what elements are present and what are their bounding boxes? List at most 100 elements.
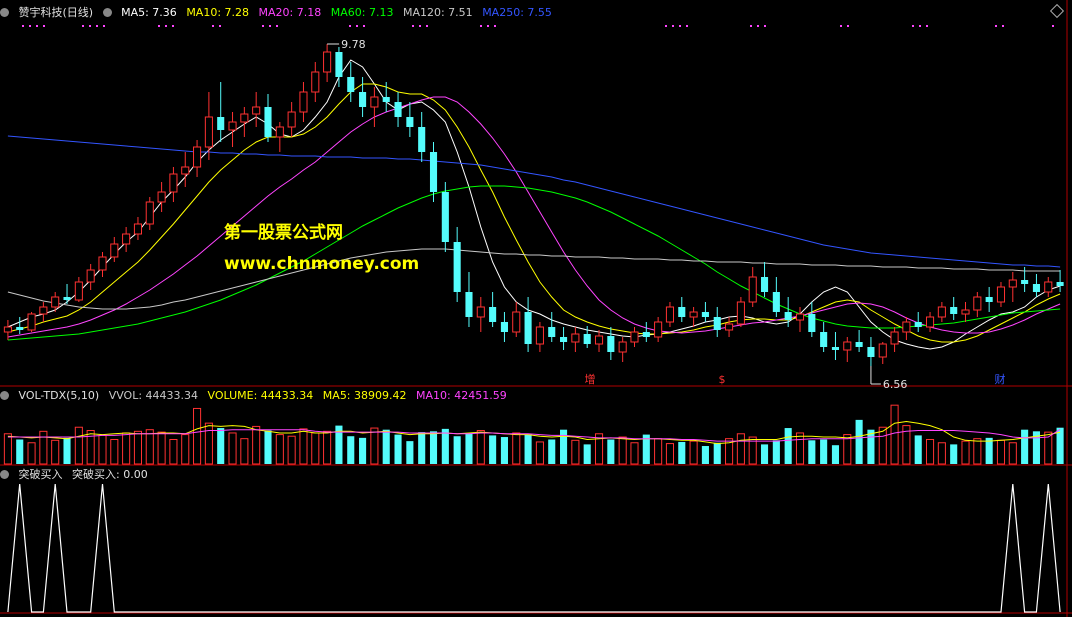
volume-bar-down	[760, 444, 769, 464]
candle-body-up	[157, 191, 166, 203]
volume-bar-up	[571, 439, 580, 465]
candle-body-down	[560, 337, 568, 342]
signal-dot	[36, 25, 38, 27]
volume-bar-up	[618, 436, 627, 465]
candle-body-up	[323, 51, 332, 73]
candle-body-down	[678, 307, 686, 317]
volume-panel-header: VOL-TDX(5,10) VVOL: 44433.34 VOLUME: 444…	[0, 388, 513, 404]
event-marker: 财	[995, 372, 1006, 386]
chart-canvas: 9.78 6.56 增 $ 财	[0, 0, 1072, 617]
volume-bar-up	[736, 433, 745, 465]
volume-bar-up	[228, 432, 237, 465]
signal-dot	[43, 25, 45, 27]
candle-body-up	[843, 341, 852, 351]
menu-icon[interactable]	[102, 8, 112, 17]
volume-bar-up	[287, 435, 296, 465]
candle-body-up	[122, 233, 131, 245]
signal-dot	[349, 25, 351, 27]
volume-bar-up	[252, 425, 261, 465]
volume-bar-down	[701, 446, 709, 464]
volume-bar-up	[311, 432, 320, 465]
signal-dot	[750, 25, 752, 27]
signal-dot	[89, 25, 91, 27]
volume-bar-down	[524, 434, 532, 464]
signal-dot	[276, 25, 278, 27]
volume-bar-up	[476, 430, 485, 465]
candle-body-down	[382, 97, 390, 102]
candle-body-down	[264, 107, 272, 137]
candle-body-up	[51, 296, 60, 308]
candle-body-up	[902, 321, 911, 333]
volume-bar-up	[181, 434, 190, 465]
ma10-label: MA10: 7.28	[186, 6, 250, 19]
volume-bar-down	[489, 435, 497, 464]
vol-title: VOL-TDX(5,10)	[18, 389, 100, 402]
volume-bar-down	[418, 432, 426, 464]
volume-bar-down	[607, 439, 615, 464]
candle-body-down	[429, 152, 438, 192]
volume-bar-down	[772, 440, 780, 464]
candle-body-up	[630, 331, 639, 343]
vvol-label: VVOL: 44433.34	[108, 389, 199, 402]
candle-body-down	[831, 347, 840, 350]
candle-body-up	[98, 256, 107, 271]
candle-body-down	[808, 314, 816, 332]
signal-dot	[412, 25, 414, 27]
volume-bar-down	[359, 437, 367, 464]
volume-bar-down	[784, 428, 792, 464]
volume-bar-up	[689, 440, 698, 465]
candle-body-down	[524, 312, 532, 344]
candle-body-up	[973, 296, 982, 311]
candle-body-up	[252, 106, 261, 115]
candle-body-up	[3, 326, 12, 333]
watermark-title: 第一股票公式网	[224, 223, 343, 243]
indicator-title: 突破买入	[18, 468, 63, 481]
vol-ma5-label: MA5: 38909.42	[322, 389, 407, 402]
candle-body-up	[275, 126, 284, 138]
candle-body-up	[240, 113, 249, 123]
volume-bar-down	[867, 429, 875, 464]
candle-body-down	[217, 117, 225, 130]
candle-body-up	[204, 116, 213, 148]
candle-body-up	[878, 343, 887, 358]
volume-bar-down	[855, 419, 863, 464]
volume-bar-up	[890, 404, 899, 465]
collapse-icon[interactable]	[0, 470, 9, 479]
collapse-icon[interactable]	[0, 8, 9, 17]
volume-bar-up	[157, 431, 166, 465]
signal-dot	[764, 25, 766, 27]
signal-dot	[269, 25, 271, 27]
volume-bar-up	[86, 430, 95, 465]
volume-bar-up	[110, 438, 119, 465]
volume-bar-down	[950, 444, 958, 464]
signal-dot	[494, 25, 496, 27]
ma-line-ma20	[7, 96, 1061, 338]
volume-bar-up	[169, 438, 178, 465]
signal-dot	[1052, 25, 1054, 27]
collapse-icon[interactable]	[0, 391, 9, 400]
event-marker: $	[719, 373, 726, 386]
volume-bar-up	[973, 438, 982, 465]
volume-bar-down	[406, 441, 414, 464]
volume-bar-down	[394, 434, 402, 464]
signal-dot	[1002, 25, 1004, 27]
candle-body-down	[607, 336, 615, 352]
candle-body-down	[1056, 282, 1064, 286]
candle-body-up	[181, 166, 190, 175]
signal-dot	[219, 25, 221, 27]
candle-body-down	[1032, 284, 1040, 292]
signal-dot	[487, 25, 489, 27]
candle-body-down	[701, 312, 709, 317]
volume-bar-up	[937, 442, 946, 465]
candle-body-down	[335, 52, 343, 77]
volume-bar-down	[1021, 429, 1029, 464]
ma20-label: MA20: 7.18	[258, 6, 322, 19]
volume-bar-up	[27, 442, 36, 465]
candle-body-down	[820, 332, 828, 347]
signal-dot	[212, 25, 214, 27]
volume-bar-up	[299, 428, 308, 465]
ma250-label: MA250: 7.55	[482, 6, 552, 19]
volume-bar-down	[382, 429, 390, 464]
signal-dot	[686, 25, 688, 27]
volume-bar-down	[560, 429, 568, 464]
